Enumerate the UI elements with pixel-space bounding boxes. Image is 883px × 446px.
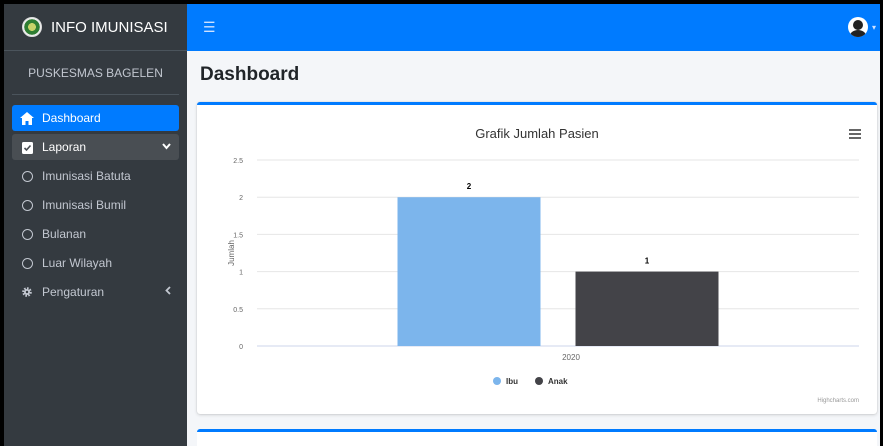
- y-tick-label: 0: [239, 344, 243, 351]
- bar-chart: Grafik Jumlah Pasien 0 0.5 1 1.5 2 2.5 Jumlah 2 1…: [227, 126, 859, 404]
- chevron-left-icon: [165, 286, 171, 298]
- org-name: PUSKESMAS BAGELEN: [12, 51, 179, 95]
- second-card: [197, 429, 877, 446]
- sidebar-item-label: Pengaturan: [42, 285, 105, 299]
- bar-ibu: [397, 197, 541, 346]
- sidebar-item-label: Luar Wilayah: [42, 256, 113, 270]
- clipboard-check-icon: [20, 140, 34, 154]
- chart-menu-icon[interactable]: [849, 129, 861, 141]
- sidebar: INFO IMUNISASI PUSKESMAS BAGELEN Dashboa…: [4, 4, 187, 446]
- logo-icon: [22, 17, 42, 37]
- chart-credits: Highcharts.com: [817, 398, 859, 404]
- sidebar-item-label: Laporan: [42, 140, 87, 154]
- y-tick-label: 1: [239, 270, 243, 277]
- sidebar-item-imunisasi-bumil[interactable]: Imunisasi Bumil: [12, 192, 179, 218]
- x-tick-label: 2020: [562, 353, 580, 362]
- sidebar-item-laporan[interactable]: Laporan: [12, 134, 179, 160]
- user-avatar-icon[interactable]: [848, 17, 868, 37]
- sidebar-nav: Dashboard Laporan Imunisasi Batuta Imuni…: [4, 95, 187, 305]
- app-window: INFO IMUNISASI PUSKESMAS BAGELEN Dashboa…: [4, 4, 880, 446]
- sidebar-item-luar-wilayah[interactable]: Luar Wilayah: [12, 250, 179, 276]
- chart-title: Grafik Jumlah Pasien: [475, 126, 599, 141]
- sidebar-item-label: Bulanan: [42, 227, 87, 241]
- chevron-down-icon: [162, 142, 171, 153]
- data-label: 1: [645, 257, 650, 266]
- page-title: Dashboard: [200, 64, 300, 85]
- y-axis-label: Jumlah: [227, 240, 236, 266]
- circle-icon: [20, 256, 34, 270]
- y-tick-label: 2.5: [233, 158, 243, 165]
- home-icon: [20, 111, 34, 125]
- chart-card: Grafik Jumlah Pasien 0 0.5 1 1.5 2 2.5 Jumlah 2 1…: [197, 102, 877, 414]
- brand[interactable]: INFO IMUNISASI: [4, 4, 187, 51]
- sidebar-item-label: Imunisasi Batuta: [42, 169, 131, 183]
- sidebar-item-label: Dashboard: [42, 111, 101, 125]
- sidebar-item-imunisasi-batuta[interactable]: Imunisasi Batuta: [12, 163, 179, 189]
- bar-anak: [575, 271, 719, 346]
- legend-label: Ibu: [506, 377, 518, 386]
- legend-marker-anak: [535, 377, 543, 385]
- sidebar-item-pengaturan[interactable]: Pengaturan: [12, 279, 179, 305]
- gear-icon: [20, 285, 34, 299]
- circle-icon: [20, 198, 34, 212]
- legend-marker-ibu: [493, 377, 501, 385]
- sidebar-item-dashboard[interactable]: Dashboard: [12, 105, 179, 131]
- sidebar-item-bulanan[interactable]: Bulanan: [12, 221, 179, 247]
- top-navbar: ☰ ▾: [187, 4, 880, 51]
- hamburger-icon[interactable]: ☰: [203, 19, 216, 36]
- y-tick-label: 2: [239, 195, 243, 202]
- chevron-down-icon[interactable]: ▾: [872, 23, 876, 32]
- sidebar-item-label: Imunisasi Bumil: [42, 198, 127, 212]
- data-label: 2: [467, 182, 472, 191]
- legend-label: Anak: [548, 377, 568, 386]
- y-tick-label: 0.5: [233, 307, 243, 314]
- circle-icon: [20, 169, 34, 183]
- y-tick-label: 1.5: [233, 232, 243, 239]
- circle-icon: [20, 227, 34, 241]
- brand-title: INFO IMUNISASI: [51, 18, 168, 36]
